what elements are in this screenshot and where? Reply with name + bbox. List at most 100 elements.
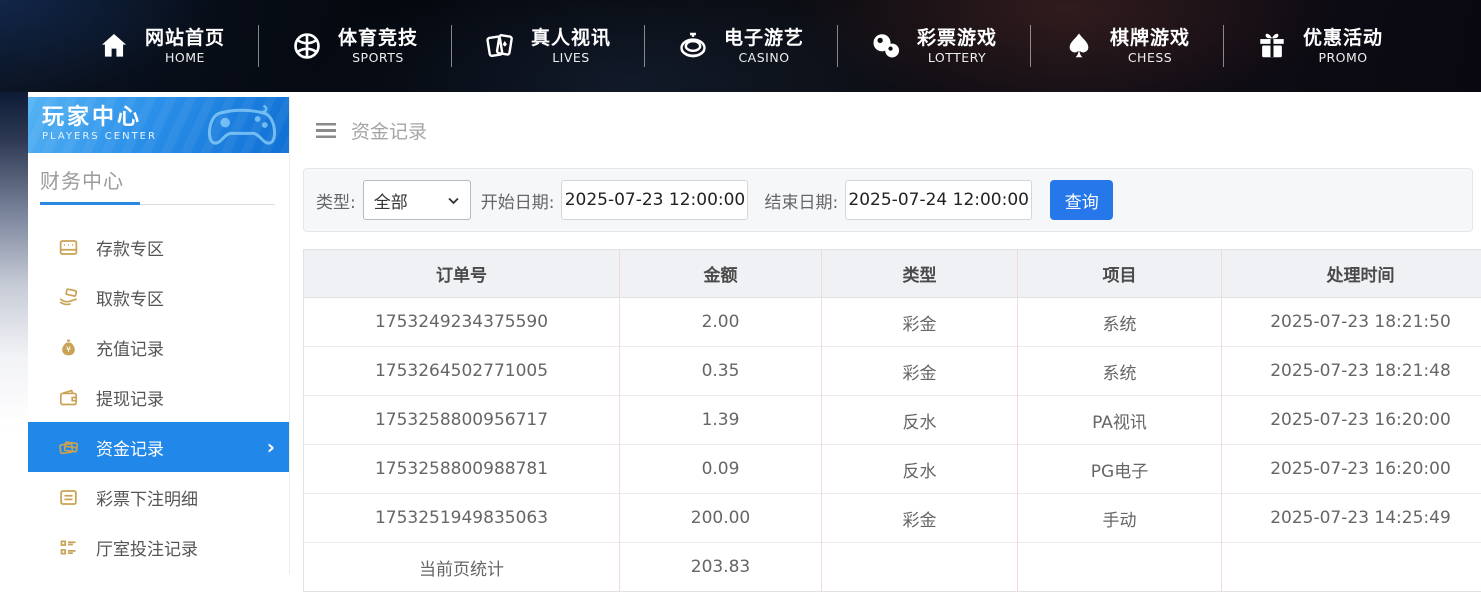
table-row: 17532588009887810.09反水PG电子2025-07-23 16:… — [304, 445, 1481, 494]
summary-empty-cell — [822, 543, 1018, 592]
main-panel: 资金记录 类型: 全部 开始日期: 结束日期: 查询 订单号金额类型项目处理时间… — [290, 92, 1481, 574]
nav-label-en: CASINO — [738, 50, 789, 65]
chevron-down-icon — [447, 194, 460, 207]
nav-label-zh: 电子游艺 — [724, 27, 804, 50]
sidebar-item-hall-bets[interactable]: 厅室投注记录 › — [28, 522, 289, 572]
cell-order-number: 1753264502771005 — [304, 347, 620, 396]
gamepad-icon — [203, 101, 281, 153]
cell-type: 反水 — [822, 445, 1018, 494]
table-row: 17532492343755902.00彩金系统2025-07-23 18:21… — [304, 298, 1481, 347]
cell-amount: 2.00 — [620, 298, 822, 347]
wallet-icon — [58, 387, 79, 408]
sidebar-item-label: 彩票下注明细 — [96, 485, 198, 510]
sidebar-item-withdrawal-record[interactable]: 提现记录 › — [28, 372, 289, 422]
start-date-label: 开始日期: — [481, 188, 555, 213]
search-button[interactable]: 查询 — [1050, 180, 1113, 220]
lottery-balls-icon — [870, 30, 902, 62]
sidebar: 玩家中心 PLAYERS CENTER 财务中心 存款专区 › 取款专区 › — [28, 97, 290, 574]
start-date-input[interactable] — [561, 180, 748, 220]
page-title: 资金记录 — [351, 117, 427, 144]
sidebar-item-label: 充值记录 — [96, 335, 164, 360]
chevron-right-icon: › — [267, 437, 275, 457]
cell-time: 2025-07-23 18:21:50 — [1222, 298, 1481, 347]
column-header: 项目 — [1018, 250, 1222, 298]
nav-item-lives[interactable]: 真人视讯 LIVES — [451, 27, 644, 66]
content-area: 玩家中心 PLAYERS CENTER 财务中心 存款专区 › 取款专区 › — [0, 92, 1481, 574]
sports-ball-icon — [291, 30, 323, 62]
cell-time: 2025-07-23 16:20:00 — [1222, 445, 1481, 494]
sidebar-item-label: 存款专区 — [96, 235, 164, 260]
column-header: 金额 — [620, 250, 822, 298]
deposit-card-icon — [58, 237, 79, 258]
sidebar-item-label: 取款专区 — [96, 285, 164, 310]
section-underline — [40, 195, 275, 210]
column-header: 处理时间 — [1222, 250, 1481, 298]
cell-type: 彩金 — [822, 298, 1018, 347]
sidebar-item-label: 厅室投注记录 — [96, 535, 198, 560]
cell-amount: 0.35 — [620, 347, 822, 396]
hand-money-icon — [58, 287, 79, 308]
nav-label-zh: 彩票游戏 — [917, 27, 997, 50]
cell-project: PG电子 — [1018, 445, 1222, 494]
nav-label-zh: 优惠活动 — [1303, 27, 1383, 50]
background-strip — [0, 92, 28, 574]
nav-item-sports[interactable]: 体育竞技 SPORTS — [258, 27, 451, 66]
nav-label-zh: 网站首页 — [145, 27, 225, 50]
column-header: 类型 — [822, 250, 1018, 298]
sidebar-menu: 存款专区 › 取款专区 › ¥ 充值记录 › 提现记录 › 资金记录 › 彩票下… — [28, 222, 289, 572]
nav-item-promo[interactable]: 优惠活动 PROMO — [1223, 27, 1416, 66]
section-title: 财务中心 — [40, 167, 275, 195]
list-icon — [58, 537, 79, 558]
nav-label-zh: 真人视讯 — [531, 27, 611, 50]
cell-type: 反水 — [822, 396, 1018, 445]
roulette-icon — [677, 30, 709, 62]
sidebar-item-label: 资金记录 — [96, 435, 164, 460]
nav-item-chess[interactable]: 棋牌游戏 CHESS — [1030, 27, 1223, 66]
summary-empty-cell — [1018, 543, 1222, 592]
players-center-banner: 玩家中心 PLAYERS CENTER — [28, 97, 289, 153]
type-select-value: 全部 — [374, 188, 408, 213]
cell-time: 2025-07-23 18:21:48 — [1222, 347, 1481, 396]
cell-project: 系统 — [1018, 298, 1222, 347]
column-header: 订单号 — [304, 250, 620, 298]
nav-item-lottery[interactable]: 彩票游戏 LOTTERY — [837, 27, 1030, 66]
summary-row: 当前页统计203.83 — [304, 543, 1481, 592]
gift-icon — [1256, 30, 1288, 62]
nav-label-en: LOTTERY — [928, 50, 986, 65]
sidebar-item-recharge-record[interactable]: ¥ 充值记录 › — [28, 322, 289, 372]
cell-time: 2025-07-23 14:25:49 — [1222, 494, 1481, 543]
filter-bar: 类型: 全部 开始日期: 结束日期: 查询 — [303, 168, 1473, 232]
spade-icon — [1063, 30, 1095, 62]
summary-label: 当前页统计 — [304, 543, 620, 592]
finance-section: 财务中心 — [28, 153, 289, 210]
table-row: 17532588009567171.39反水PA视讯2025-07-23 16:… — [304, 396, 1481, 445]
type-select[interactable]: 全部 — [363, 180, 471, 220]
table-header-row: 订单号金额类型项目处理时间 — [304, 250, 1481, 298]
table-row: 17532645027710050.35彩金系统2025-07-23 18:21… — [304, 347, 1481, 396]
end-date-input[interactable] — [845, 180, 1032, 220]
sidebar-item-withdraw-zone[interactable]: 取款专区 › — [28, 272, 289, 322]
cell-type: 彩金 — [822, 347, 1018, 396]
cell-order-number: 1753251949835063 — [304, 494, 620, 543]
money-bag-icon: ¥ — [58, 337, 79, 358]
cell-order-number: 1753249234375590 — [304, 298, 620, 347]
main-nav: 网站首页 HOME 体育竞技 SPORTS 真人视讯 LIVES 电子游艺 CA… — [65, 27, 1416, 66]
nav-label-en: PROMO — [1318, 50, 1367, 65]
funds-table: 订单号金额类型项目处理时间 17532492343755902.00彩金系统20… — [303, 249, 1481, 592]
nav-item-home[interactable]: 网站首页 HOME — [65, 27, 258, 66]
sidebar-item-deposit-zone[interactable]: 存款专区 › — [28, 222, 289, 272]
menu-toggle-icon[interactable] — [316, 123, 336, 138]
nav-label-en: LIVES — [552, 50, 590, 65]
document-lines-icon — [58, 487, 79, 508]
breadcrumb: 资金记录 — [303, 92, 1481, 168]
nav-label-zh: 棋牌游戏 — [1110, 27, 1190, 50]
cell-order-number: 1753258800956717 — [304, 396, 620, 445]
cell-order-number: 1753258800988781 — [304, 445, 620, 494]
cell-amount: 0.09 — [620, 445, 822, 494]
cell-type: 彩金 — [822, 494, 1018, 543]
nav-label-zh: 体育竞技 — [338, 27, 418, 50]
sidebar-item-lottery-bets[interactable]: 彩票下注明细 › — [28, 472, 289, 522]
funds-table-container: 订单号金额类型项目处理时间 17532492343755902.00彩金系统20… — [303, 249, 1481, 592]
nav-item-casino[interactable]: 电子游艺 CASINO — [644, 27, 837, 66]
sidebar-item-funds-record[interactable]: 资金记录 › — [28, 422, 289, 472]
